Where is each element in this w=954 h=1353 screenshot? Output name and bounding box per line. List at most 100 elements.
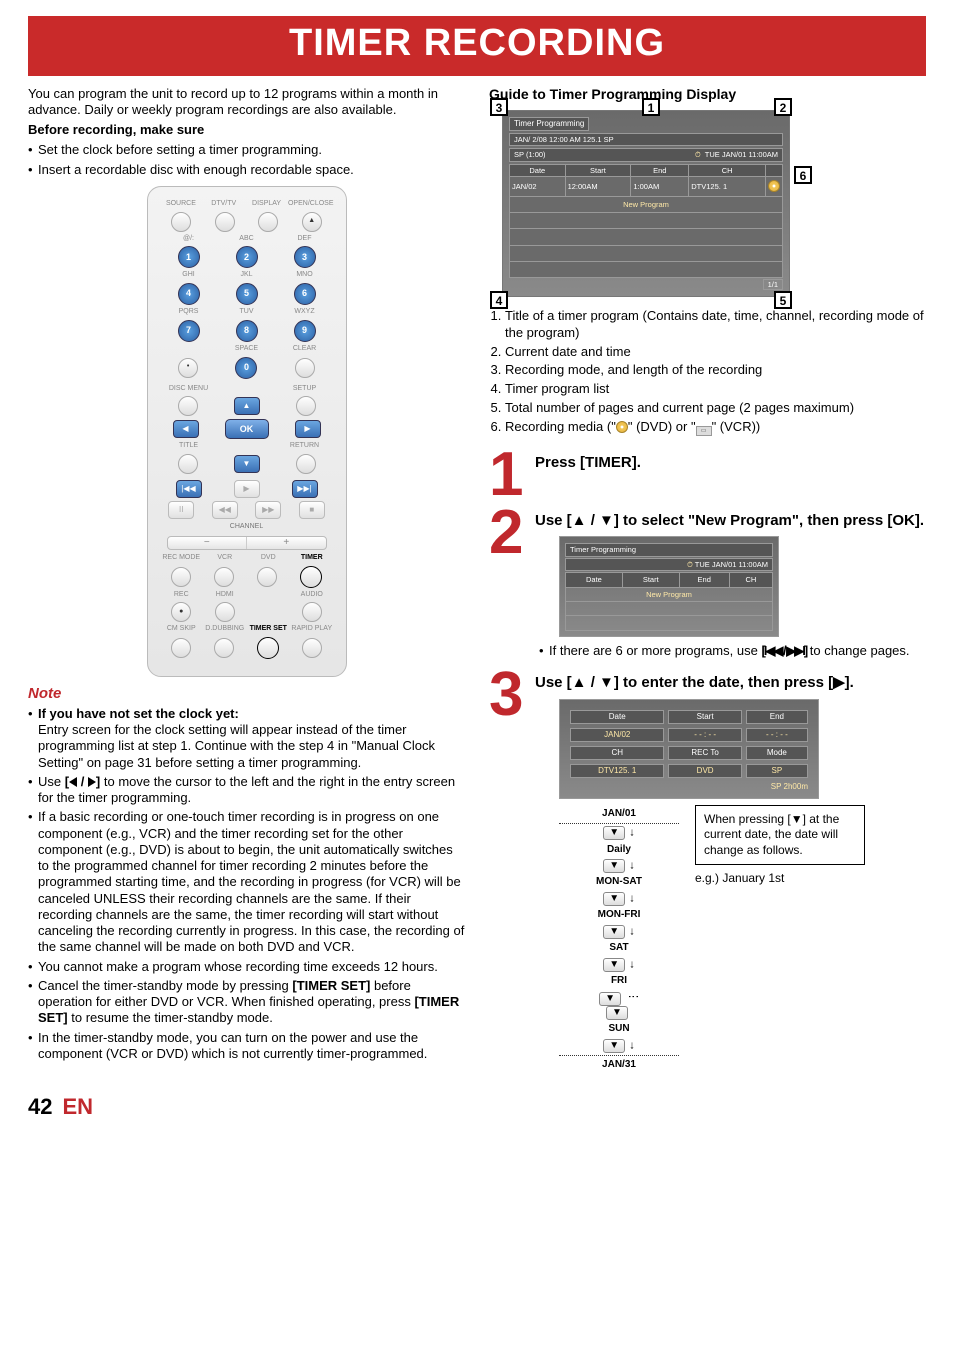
discmenu-button: [178, 396, 198, 416]
key-4: 4: [178, 283, 200, 305]
key-1: 1: [178, 246, 200, 268]
key-label: TUV: [218, 308, 276, 317]
key-label: DEF: [276, 235, 334, 244]
return-button: [296, 454, 316, 474]
btn-label: HDMI: [203, 591, 247, 600]
flow-example: e.g.) January 1st: [695, 871, 865, 886]
before-item: Set the clock before setting a timer pro…: [28, 142, 465, 158]
key-label: GHI: [160, 271, 218, 280]
key-7: 7: [178, 320, 200, 342]
note-item: If you have not set the clock yet: Entry…: [28, 706, 465, 771]
key-dot: •: [178, 358, 198, 378]
right-button: ▶: [295, 420, 321, 438]
callout-6: 6: [794, 166, 812, 184]
flow-item: Daily: [559, 844, 679, 857]
ff-button: ▶▶: [255, 501, 281, 519]
flow-item: SAT: [559, 942, 679, 955]
osd-now: TUE JAN/01 11:00AM: [705, 150, 778, 159]
dvd-button: [257, 567, 277, 587]
callout-5: 5: [774, 291, 792, 309]
flow-last: JAN/31: [559, 1059, 679, 1072]
key-2: 2: [236, 246, 258, 268]
key-clear: [295, 358, 315, 378]
audio-button: [302, 602, 322, 622]
dubbing-button: [214, 638, 234, 658]
before-heading: Before recording, make sure: [28, 122, 465, 138]
setup-label: SETUP: [276, 385, 334, 394]
skip-next-button: ▶▶|: [292, 480, 318, 498]
page-lang: EN: [62, 1093, 93, 1121]
callout-2: 2: [774, 98, 792, 116]
page-footer: 42 EN: [28, 1093, 926, 1121]
step-number: 3: [489, 670, 529, 1075]
key-8: 8: [236, 320, 258, 342]
btn-label: RAPID PLAY: [290, 625, 334, 634]
rapidplay-button: [302, 638, 322, 658]
dtv-button: [215, 212, 235, 232]
legend-item: Total number of pages and current page (…: [505, 400, 926, 417]
left-column: You can program the unit to record up to…: [28, 86, 465, 1083]
note-item: Use [ / ] to move the cursor to the left…: [28, 774, 465, 807]
new-program-row: New Program: [510, 196, 783, 212]
btn-label: REC: [160, 591, 204, 600]
discmenu-label: DISC MENU: [160, 385, 218, 394]
btn-label: DVD: [247, 554, 291, 563]
channel-bar: − +: [167, 536, 327, 550]
key-6: 6: [294, 283, 316, 305]
display-button: [258, 212, 278, 232]
cmskip-button: [171, 638, 191, 658]
flow-note: When pressing [▼] at the current date, t…: [695, 805, 865, 866]
callout-4: 4: [490, 291, 508, 309]
down-icon: ▼: [603, 859, 625, 873]
osd-page: 1/1: [763, 279, 783, 290]
key-9: 9: [294, 320, 316, 342]
callout-1: 1: [642, 98, 660, 116]
legend-list: Title of a timer program (Contains date,…: [489, 308, 926, 436]
down-icon: ▼: [599, 992, 621, 1006]
note-item: In the timer-standby mode, you can turn …: [28, 1030, 465, 1063]
btn-label: TIMER SET: [247, 625, 291, 634]
step2-note: If there are 6 or more programs, use [I◀…: [539, 643, 926, 659]
osd-mode: SP (1:00): [514, 150, 546, 159]
note-item: If a basic recording or one-touch timer …: [28, 809, 465, 955]
right-column: Guide to Timer Programming Display 3 1 2…: [489, 86, 926, 1083]
before-item: Insert a recordable disc with enough rec…: [28, 162, 465, 178]
down-icon: ▼: [606, 1006, 628, 1020]
remote-label: DTV/TV: [202, 200, 245, 209]
down-button: ▼: [234, 455, 260, 473]
guide-heading: Guide to Timer Programming Display: [489, 86, 926, 104]
osd-info: JAN/ 2/08 12:00 AM 125.1 SP: [514, 135, 778, 144]
note-bold: If you have not set the clock yet:: [38, 706, 239, 721]
note-text: Entry screen for the clock setting will …: [38, 722, 435, 770]
up-button: ▲: [234, 397, 260, 415]
legend-item: Recording mode, and length of the record…: [505, 362, 926, 379]
setup-button: [296, 396, 316, 416]
step-2: 2 Use [▲ / ▼] to select "New Program", t…: [489, 508, 926, 662]
step-number: 1: [489, 450, 529, 500]
step-number: 2: [489, 508, 529, 662]
flow-first: JAN/01: [559, 808, 679, 821]
ch-up: +: [247, 537, 326, 549]
down-icon: ▼: [603, 826, 625, 840]
legend-item: Title of a timer program (Contains date,…: [505, 308, 926, 342]
ch-down: −: [168, 537, 248, 549]
stop-button: ■: [299, 501, 325, 519]
osd-display: 3 1 2 4 5 6 Timer Programming JAN/ 2/08 …: [501, 109, 791, 298]
osd-title: Timer Programming: [509, 117, 589, 131]
play-button: ▶: [234, 480, 260, 498]
hdmi-button: [215, 602, 235, 622]
down-icon: ▼: [603, 892, 625, 906]
rec-button: ●: [171, 602, 191, 622]
osd-table: Date Start End CH JAN/02 12:00AM 1:00AM …: [509, 164, 783, 279]
source-button: [171, 212, 191, 232]
left-button: ◀: [173, 420, 199, 438]
callout-3: 3: [490, 98, 508, 116]
tape-icon: ▭: [696, 426, 712, 436]
flow-item: FRI: [559, 975, 679, 988]
step3-head: Use [▲ / ▼] to enter the date, then pres…: [535, 674, 926, 693]
channel-label: CHANNEL: [160, 523, 334, 532]
key-label: @/:: [160, 235, 218, 244]
flow-item: SUN: [559, 1023, 679, 1036]
btn-label: VCR: [203, 554, 247, 563]
key-5: 5: [236, 283, 258, 305]
